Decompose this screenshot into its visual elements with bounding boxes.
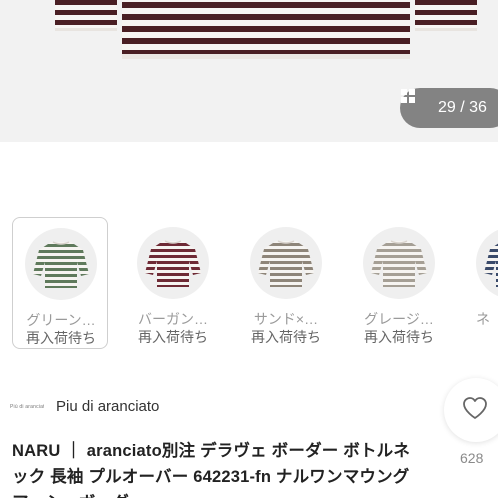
variant-color-name: ネ xyxy=(476,311,490,327)
variant-color-name: グレージ… xyxy=(364,311,434,327)
variant-item-greige[interactable]: グレージ… 再入荷待ち xyxy=(351,217,447,349)
variant-item-navy[interactable]: ネ xyxy=(464,217,498,349)
color-variant-list: グリーン… 再入荷待ち バーガン… 再入荷待ち サンド×… 再入荷待ち グレージ… xyxy=(0,212,498,354)
variant-item-green[interactable]: グリーン… 再入荷待ち xyxy=(12,217,108,349)
variant-thumbnail xyxy=(137,227,209,299)
variant-thumbnail xyxy=(363,227,435,299)
product-title: NARU ｜ aranciato別注 デラヴェ ボーダー ボトルネック 長袖 プ… xyxy=(12,442,411,498)
shop-logo: Più di aranciato xyxy=(10,403,44,410)
variant-stock-status: 再入荷待ち xyxy=(26,330,96,346)
variant-stock-status: 再入荷待ち xyxy=(251,329,321,345)
variant-stock-status: 再入荷待ち xyxy=(364,329,434,345)
photo-counter-text: 29 / 36 xyxy=(438,99,487,116)
product-image-gallery[interactable]: 29 / 36 xyxy=(0,0,498,142)
favorite-count: 628 xyxy=(460,450,484,466)
variant-thumbnail xyxy=(476,227,498,299)
product-page: 29 / 36 グリーン… 再入荷待ち バーガン… 再入荷待ち サンド×… 再入… xyxy=(0,0,498,498)
favorite-button[interactable] xyxy=(444,378,498,442)
heart-icon xyxy=(462,396,488,425)
variant-item-burgundy[interactable]: バーガン… 再入荷待ち xyxy=(125,217,221,349)
variant-item-sand[interactable]: サンド×… 再入荷待ち xyxy=(238,217,334,349)
photo-counter[interactable]: 29 / 36 xyxy=(400,88,498,128)
shop-row[interactable]: Più di aranciato Piu di aranciato xyxy=(10,398,159,415)
variant-stock-status: 再入荷待ち xyxy=(138,329,208,345)
grid-icon xyxy=(401,89,430,116)
variant-color-name: バーガン… xyxy=(138,311,208,327)
shop-name[interactable]: Piu di aranciato xyxy=(56,398,159,415)
variant-color-name: サンド×… xyxy=(253,311,319,327)
variant-thumbnail xyxy=(250,227,322,299)
variant-color-name: グリーン… xyxy=(26,312,96,328)
variant-thumbnail xyxy=(25,228,97,300)
